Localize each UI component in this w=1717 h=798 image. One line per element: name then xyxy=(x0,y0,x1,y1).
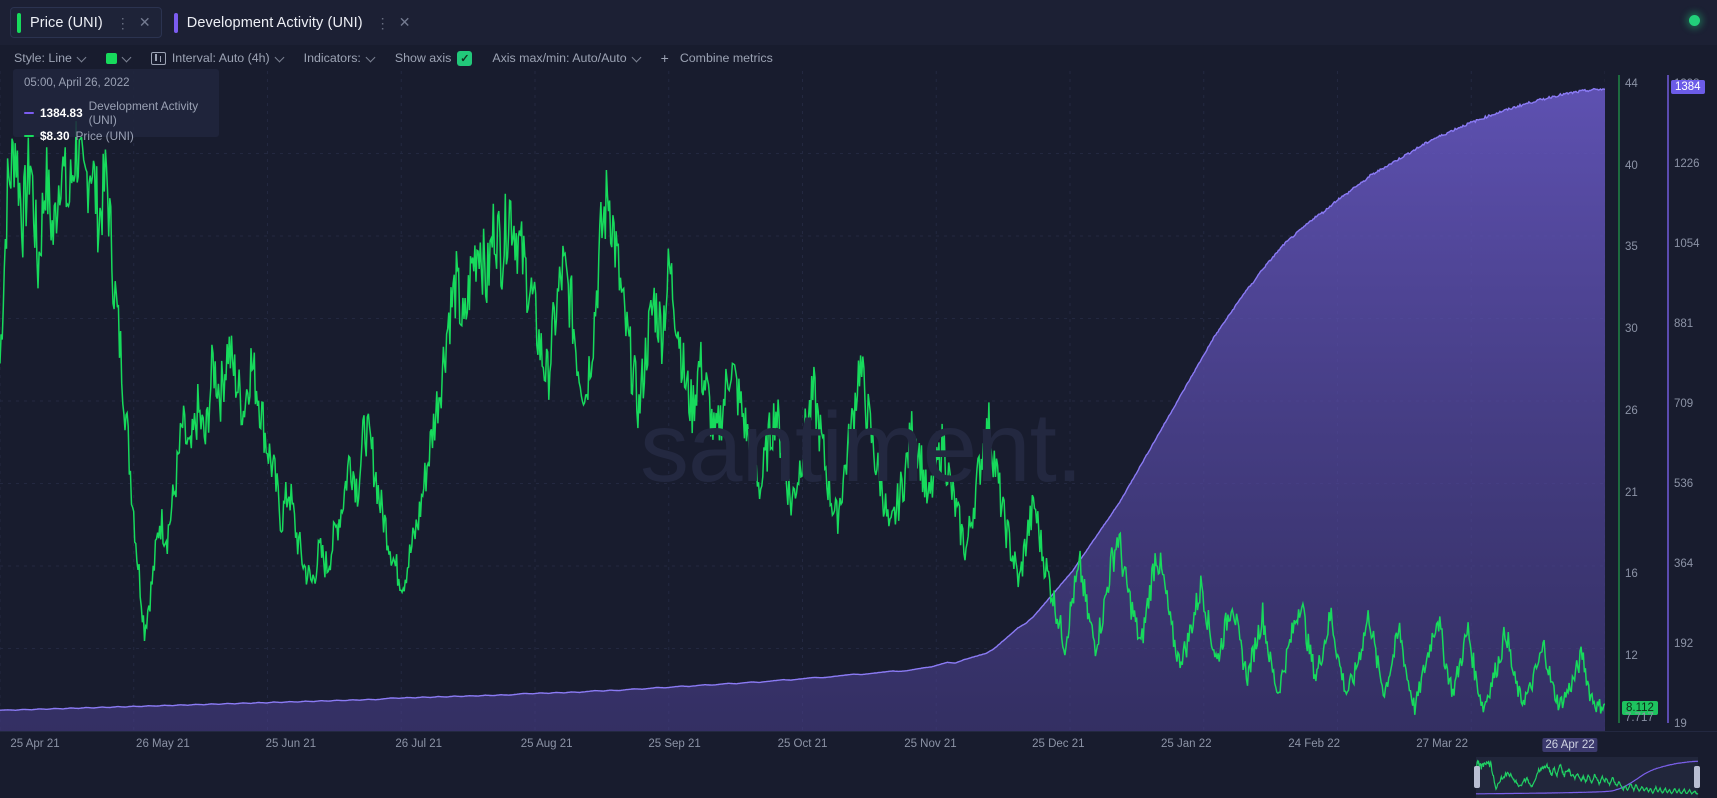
range-selector-minimap[interactable] xyxy=(0,757,1717,798)
interval-selector[interactable]: Interval: Auto (4h) xyxy=(150,51,284,65)
kebab-menu-icon[interactable]: ⋮ xyxy=(375,16,391,30)
price-tick-40: 40 xyxy=(1625,159,1638,172)
chart-svg xyxy=(0,71,1605,731)
price-tick-26: 26 xyxy=(1625,404,1638,417)
price-axis-last-value: 7.717 xyxy=(1625,712,1654,724)
chevron-down-icon xyxy=(367,54,375,62)
tooltip-date: 05:00, April 26, 2022 xyxy=(24,77,130,89)
legend-dash-icon xyxy=(24,112,34,114)
tooltip-value-dev: 1384.83 xyxy=(40,106,83,120)
x-tick-12: 26 Apr 22 xyxy=(1542,738,1598,752)
x-tick-9: 25 Jan 22 xyxy=(1160,738,1212,750)
chevron-down-icon xyxy=(78,54,86,62)
tab-label-development-activity: Development Activity (UNI) xyxy=(186,14,363,31)
interval-label: Interval: Auto (4h) xyxy=(171,51,270,65)
minimap-selection[interactable] xyxy=(1476,757,1698,798)
price-tick-35: 35 xyxy=(1625,241,1638,254)
close-icon[interactable]: ✕ xyxy=(396,14,414,31)
chart-application: Price (UNI) ⋮ ✕ Development Activity (UN… xyxy=(0,0,1717,798)
plot-region[interactable]: santiment. xyxy=(0,71,1605,731)
tab-color-bar-devactivity xyxy=(173,12,178,33)
x-tick-6: 25 Oct 21 xyxy=(777,738,828,750)
tab-price-uni[interactable]: Price (UNI) ⋮ ✕ xyxy=(10,7,162,38)
devactivity-tick-1054: 1054 xyxy=(1674,238,1700,250)
devactivity-tick-19: 19 xyxy=(1674,718,1687,730)
combine-metrics-button[interactable]: + Combine metrics xyxy=(661,50,773,66)
live-status-indicator-icon xyxy=(1689,15,1700,26)
style-selector[interactable]: Style: Line xyxy=(14,51,86,65)
kebab-menu-icon[interactable]: ⋮ xyxy=(115,16,131,30)
price-tick-12: 12 xyxy=(1625,650,1638,662)
devactivity-tick-709: 709 xyxy=(1674,398,1694,410)
minimap-right-handle[interactable] xyxy=(1694,766,1700,788)
x-tick-2: 25 Jun 21 xyxy=(265,738,317,750)
x-tick-0: 25 Apr 21 xyxy=(10,738,60,750)
price-tick-16: 16 xyxy=(1625,568,1638,581)
show-axis-toggle[interactable]: Show axis ✓ xyxy=(394,50,473,66)
indicators-label: Indicators: xyxy=(303,51,361,65)
tooltip-row-price: $8.30 Price (UNI) xyxy=(24,129,208,143)
minimap-left-handle[interactable] xyxy=(1474,766,1480,788)
x-tick-3: 26 Jul 21 xyxy=(395,738,443,750)
price-axis-line xyxy=(1618,75,1620,723)
tab-label-price: Price (UNI) xyxy=(30,14,103,31)
x-tick-11: 27 Mar 22 xyxy=(1416,738,1468,750)
devactivity-tick-364: 364 xyxy=(1674,558,1694,570)
x-tick-5: 25 Sep 21 xyxy=(648,738,701,750)
devactivity-tick-192: 192 xyxy=(1674,638,1694,650)
style-label: Style: Line xyxy=(14,51,72,65)
tab-development-activity-uni[interactable]: Development Activity (UNI) ⋮ ✕ xyxy=(167,7,421,38)
tooltip-value-price: $8.30 xyxy=(40,129,70,143)
axis-maxmin-selector[interactable]: Axis max/min: Auto/Auto xyxy=(492,51,640,65)
close-icon[interactable]: ✕ xyxy=(136,14,154,31)
indicators-selector[interactable]: Indicators: xyxy=(304,51,375,65)
tooltip-row-dev: 1384.83 Development Activity (UNI) xyxy=(24,99,208,127)
price-tick-30: 30 xyxy=(1625,323,1638,336)
plus-icon: + xyxy=(660,50,669,66)
devactivity-tick-1226: 1226 xyxy=(1674,158,1700,170)
chevron-down-icon xyxy=(276,54,284,62)
development-activity-axis-line xyxy=(1667,75,1669,723)
axis-maxmin-label: Axis max/min: Auto/Auto xyxy=(492,51,627,65)
show-axis-checkbox[interactable]: ✓ xyxy=(457,50,473,66)
tooltip-name-dev: Development Activity (UNI) xyxy=(88,99,199,127)
combine-metrics-label: Combine metrics xyxy=(679,51,773,65)
chart-tooltip: 05:00, April 26, 2022 1384.83 Developmen… xyxy=(13,69,219,143)
x-tick-8: 25 Dec 21 xyxy=(1032,738,1085,750)
chart-canvas-area[interactable]: santiment. 4440353026211612 1398122 xyxy=(0,71,1717,731)
tooltip-name-price: Price (UNI) xyxy=(75,129,134,143)
x-tick-4: 25 Aug 21 xyxy=(520,738,573,750)
x-tick-10: 24 Feb 22 xyxy=(1288,738,1341,750)
minimap-svg xyxy=(1475,759,1699,795)
metric-tab-bar: Price (UNI) ⋮ ✕ Development Activity (UN… xyxy=(0,0,1717,45)
x-tick-1: 26 May 21 xyxy=(136,738,190,750)
chevron-down-icon xyxy=(633,54,641,62)
show-axis-label: Show axis xyxy=(394,51,452,65)
price-tick-21: 21 xyxy=(1625,486,1638,499)
devactivity-tick-536: 536 xyxy=(1674,478,1694,490)
x-axis: 25 Apr 21 26 May 21 25 Jun 21 26 Jul 21 25 A… xyxy=(0,731,1717,757)
devactivity-tick-881: 881 xyxy=(1674,318,1694,330)
chevron-down-icon xyxy=(123,54,131,62)
x-tick-7: 25 Nov 21 xyxy=(904,738,957,750)
chart-toolbar: Style: Line Interval: Auto (4h) Indicato… xyxy=(0,45,1717,71)
color-selector[interactable] xyxy=(105,52,131,64)
right-axes: 4440353026211612 13981226105488170953636… xyxy=(1605,71,1717,731)
color-swatch-icon xyxy=(105,52,117,64)
candlestick-icon xyxy=(150,51,166,65)
price-tick-44: 44 xyxy=(1625,78,1638,90)
development-activity-value-badge: 1384 xyxy=(1671,80,1705,94)
tab-color-bar-price xyxy=(17,12,21,33)
legend-dash-icon xyxy=(24,135,34,137)
